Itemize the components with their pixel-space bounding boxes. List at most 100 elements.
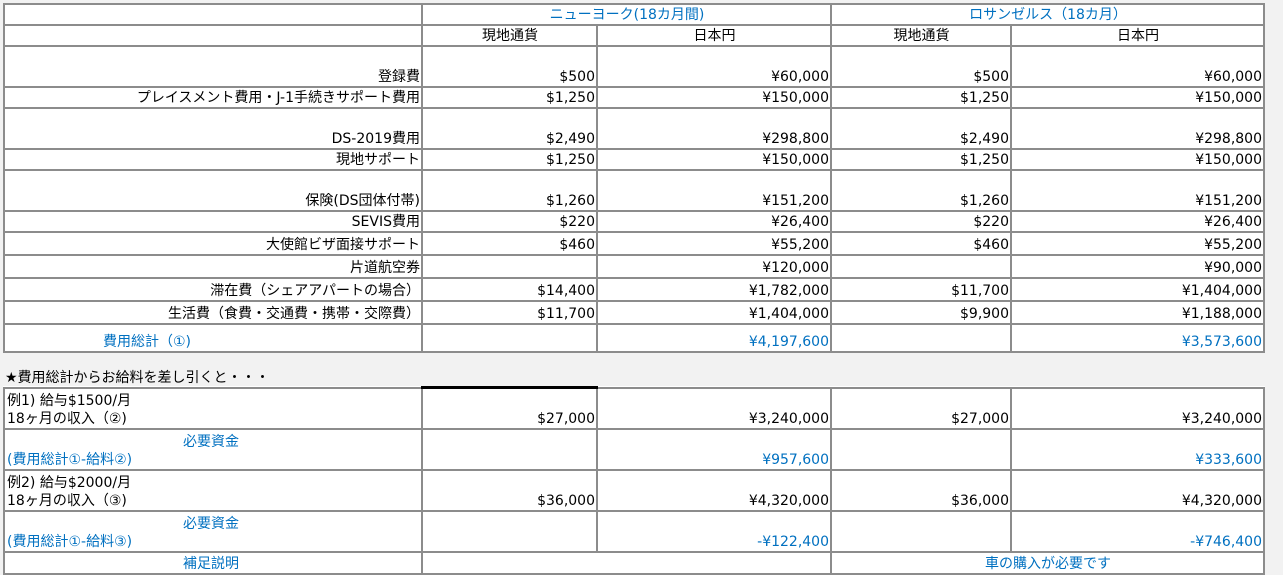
ny-local-cell[interactable]: $500 <box>421 45 598 88</box>
ny-local-cell[interactable]: $220 <box>421 210 598 233</box>
la-local-cell[interactable]: $220 <box>830 210 1012 233</box>
ny-jpy-header[interactable]: 日本円 <box>596 24 832 47</box>
example1-line2: 18ヶ月の収入（②) <box>7 410 127 427</box>
row-label[interactable]: 滞在費（シェアアパートの場合） <box>3 277 423 302</box>
table-row: 必要資金 (費用総計①-給料③) -¥122,400 -¥746,400 <box>3 509 1265 553</box>
la-jpy-cell[interactable]: ¥3,240,000 <box>1010 386 1265 430</box>
table-row: 片道航空券 ¥120,000 ¥90,000 <box>3 254 1265 279</box>
ny-local-cell[interactable]: $460 <box>421 231 598 256</box>
ny-jpy-cell[interactable]: ¥298,800 <box>596 107 832 150</box>
ny-jpy-cell[interactable]: ¥1,404,000 <box>596 300 832 325</box>
need2-title: 必要資金 <box>183 515 239 532</box>
example1-label[interactable]: 例1) 給与$1500/月 18ヶ月の収入（②) <box>3 386 423 430</box>
example2-label[interactable]: 例2) 給与$2000/月 18ヶ月の収入（③) <box>3 468 423 512</box>
la-need-cell[interactable]: ¥333,600 <box>1010 427 1265 471</box>
la-local-header[interactable]: 現地通貨 <box>830 24 1012 47</box>
ny-local-cell[interactable]: $2,490 <box>421 107 598 150</box>
ny-local-cell[interactable]: $36,000 <box>421 468 598 512</box>
la-local-cell[interactable]: $1,250 <box>830 86 1012 109</box>
footer-label[interactable]: 補足説明 <box>3 550 423 575</box>
table-row: DS-2019費用 $2,490 ¥298,800 $2,490 ¥298,80… <box>3 107 1265 150</box>
la-local-cell[interactable]: $500 <box>830 45 1012 88</box>
la-jpy-header[interactable]: 日本円 <box>1010 24 1265 47</box>
table-row: 現地サポート $1,250 ¥150,000 $1,250 ¥150,000 <box>3 148 1265 171</box>
la-local-cell[interactable]: $27,000 <box>830 386 1012 430</box>
la-jpy-cell[interactable]: ¥150,000 <box>1010 86 1265 109</box>
ny-local-cell[interactable]: $27,000 <box>421 386 598 430</box>
ny-jpy-cell[interactable]: ¥151,200 <box>596 169 832 212</box>
ny-total-jpy[interactable]: ¥4,197,600 <box>596 323 832 353</box>
ny-local-header[interactable]: 現地通貨 <box>421 24 598 47</box>
la-note-cell[interactable]: 車の購入が必要です <box>830 550 1265 575</box>
ny-jpy-cell[interactable]: ¥3,240,000 <box>596 386 832 430</box>
la-jpy-cell[interactable]: ¥55,200 <box>1010 231 1265 256</box>
ny-local-cell[interactable] <box>421 323 598 353</box>
ny-local-cell[interactable]: $14,400 <box>421 277 598 302</box>
ny-jpy-cell[interactable]: ¥150,000 <box>596 148 832 171</box>
ny-local-cell[interactable]: $1,250 <box>421 148 598 171</box>
header-new-york[interactable]: ニューヨーク(18カ月間) <box>421 3 832 26</box>
row-label[interactable]: プレイスメント費用・J-1手続きサポート費用 <box>3 86 423 109</box>
row-label[interactable]: 登録費 <box>3 45 423 88</box>
la-local-cell[interactable] <box>830 509 1012 553</box>
la-local-cell[interactable]: $36,000 <box>830 468 1012 512</box>
la-jpy-cell[interactable]: ¥4,320,000 <box>1010 468 1265 512</box>
ny-need-cell[interactable]: -¥122,400 <box>596 509 832 553</box>
row-label[interactable]: 保険(DS団体付帯) <box>3 169 423 212</box>
ny-local-cell[interactable] <box>421 254 598 279</box>
la-local-cell[interactable] <box>830 427 1012 471</box>
la-total-jpy[interactable]: ¥3,573,600 <box>1010 323 1265 353</box>
ny-note-cell[interactable] <box>421 550 832 575</box>
example1-line1: 例1) 給与$1500/月 <box>7 392 132 409</box>
table-row: 生活費（食費・交通費・携帯・交際費） $11,700 ¥1,404,000 $9… <box>3 300 1265 325</box>
table-row: プレイスメント費用・J-1手続きサポート費用 $1,250 ¥150,000 $… <box>3 86 1265 109</box>
ny-local-cell[interactable]: $1,260 <box>421 169 598 212</box>
ny-local-cell[interactable]: $11,700 <box>421 300 598 325</box>
ny-jpy-cell[interactable]: ¥26,400 <box>596 210 832 233</box>
la-jpy-cell[interactable]: ¥26,400 <box>1010 210 1265 233</box>
la-local-cell[interactable]: $11,700 <box>830 277 1012 302</box>
corner-cell[interactable] <box>3 3 423 26</box>
ny-jpy-cell[interactable]: ¥120,000 <box>596 254 832 279</box>
row-label[interactable]: 生活費（食費・交通費・携帯・交際費） <box>3 300 423 325</box>
la-local-cell[interactable]: $460 <box>830 231 1012 256</box>
la-jpy-cell[interactable]: ¥1,404,000 <box>1010 277 1265 302</box>
row-label[interactable]: 現地サポート <box>3 148 423 171</box>
ny-jpy-cell[interactable]: ¥60,000 <box>596 45 832 88</box>
ny-need-cell[interactable]: ¥957,600 <box>596 427 832 471</box>
la-local-cell[interactable] <box>830 254 1012 279</box>
need1-formula: (費用総計①-給料②) <box>7 451 133 468</box>
need2-label[interactable]: 必要資金 (費用総計①-給料③) <box>3 509 423 553</box>
total-label[interactable]: 費用総計（①) <box>3 323 423 353</box>
la-jpy-cell[interactable]: ¥150,000 <box>1010 148 1265 171</box>
row-label[interactable]: 片道航空券 <box>3 254 423 279</box>
ny-local-cell[interactable] <box>421 427 598 471</box>
row-label[interactable]: 大使館ビザ面接サポート <box>3 231 423 256</box>
la-need-cell[interactable]: -¥746,400 <box>1010 509 1265 553</box>
la-local-cell[interactable]: $9,900 <box>830 300 1012 325</box>
la-jpy-cell[interactable]: ¥151,200 <box>1010 169 1265 212</box>
la-jpy-cell[interactable]: ¥298,800 <box>1010 107 1265 150</box>
example2-line2: 18ヶ月の収入（③) <box>7 492 127 509</box>
need1-label[interactable]: 必要資金 (費用総計①-給料②) <box>3 427 423 471</box>
note-text[interactable]: ★費用総計からお給料を差し引くと・・・ <box>5 368 270 388</box>
table-row: 例1) 給与$1500/月 18ヶ月の収入（②) $27,000 ¥3,240,… <box>3 386 1265 430</box>
row-label[interactable]: DS-2019費用 <box>3 107 423 150</box>
la-local-cell[interactable]: $1,260 <box>830 169 1012 212</box>
ny-jpy-cell[interactable]: ¥150,000 <box>596 86 832 109</box>
ny-jpy-cell[interactable]: ¥4,320,000 <box>596 468 832 512</box>
blank-cell[interactable] <box>3 24 423 47</box>
ny-jpy-cell[interactable]: ¥1,782,000 <box>596 277 832 302</box>
header-los-angeles[interactable]: ロサンゼルス（18カ月） <box>830 3 1265 26</box>
spreadsheet: ニューヨーク(18カ月間) ロサンゼルス（18カ月） 現地通貨 日本円 現地通貨… <box>0 0 1283 575</box>
ny-jpy-cell[interactable]: ¥55,200 <box>596 231 832 256</box>
la-jpy-cell[interactable]: ¥1,188,000 <box>1010 300 1265 325</box>
la-jpy-cell[interactable]: ¥60,000 <box>1010 45 1265 88</box>
la-local-cell[interactable]: $2,490 <box>830 107 1012 150</box>
la-jpy-cell[interactable]: ¥90,000 <box>1010 254 1265 279</box>
ny-local-cell[interactable] <box>421 509 598 553</box>
ny-local-cell[interactable]: $1,250 <box>421 86 598 109</box>
la-local-cell[interactable] <box>830 323 1012 353</box>
la-local-cell[interactable]: $1,250 <box>830 148 1012 171</box>
row-label[interactable]: SEVIS費用 <box>3 210 423 233</box>
